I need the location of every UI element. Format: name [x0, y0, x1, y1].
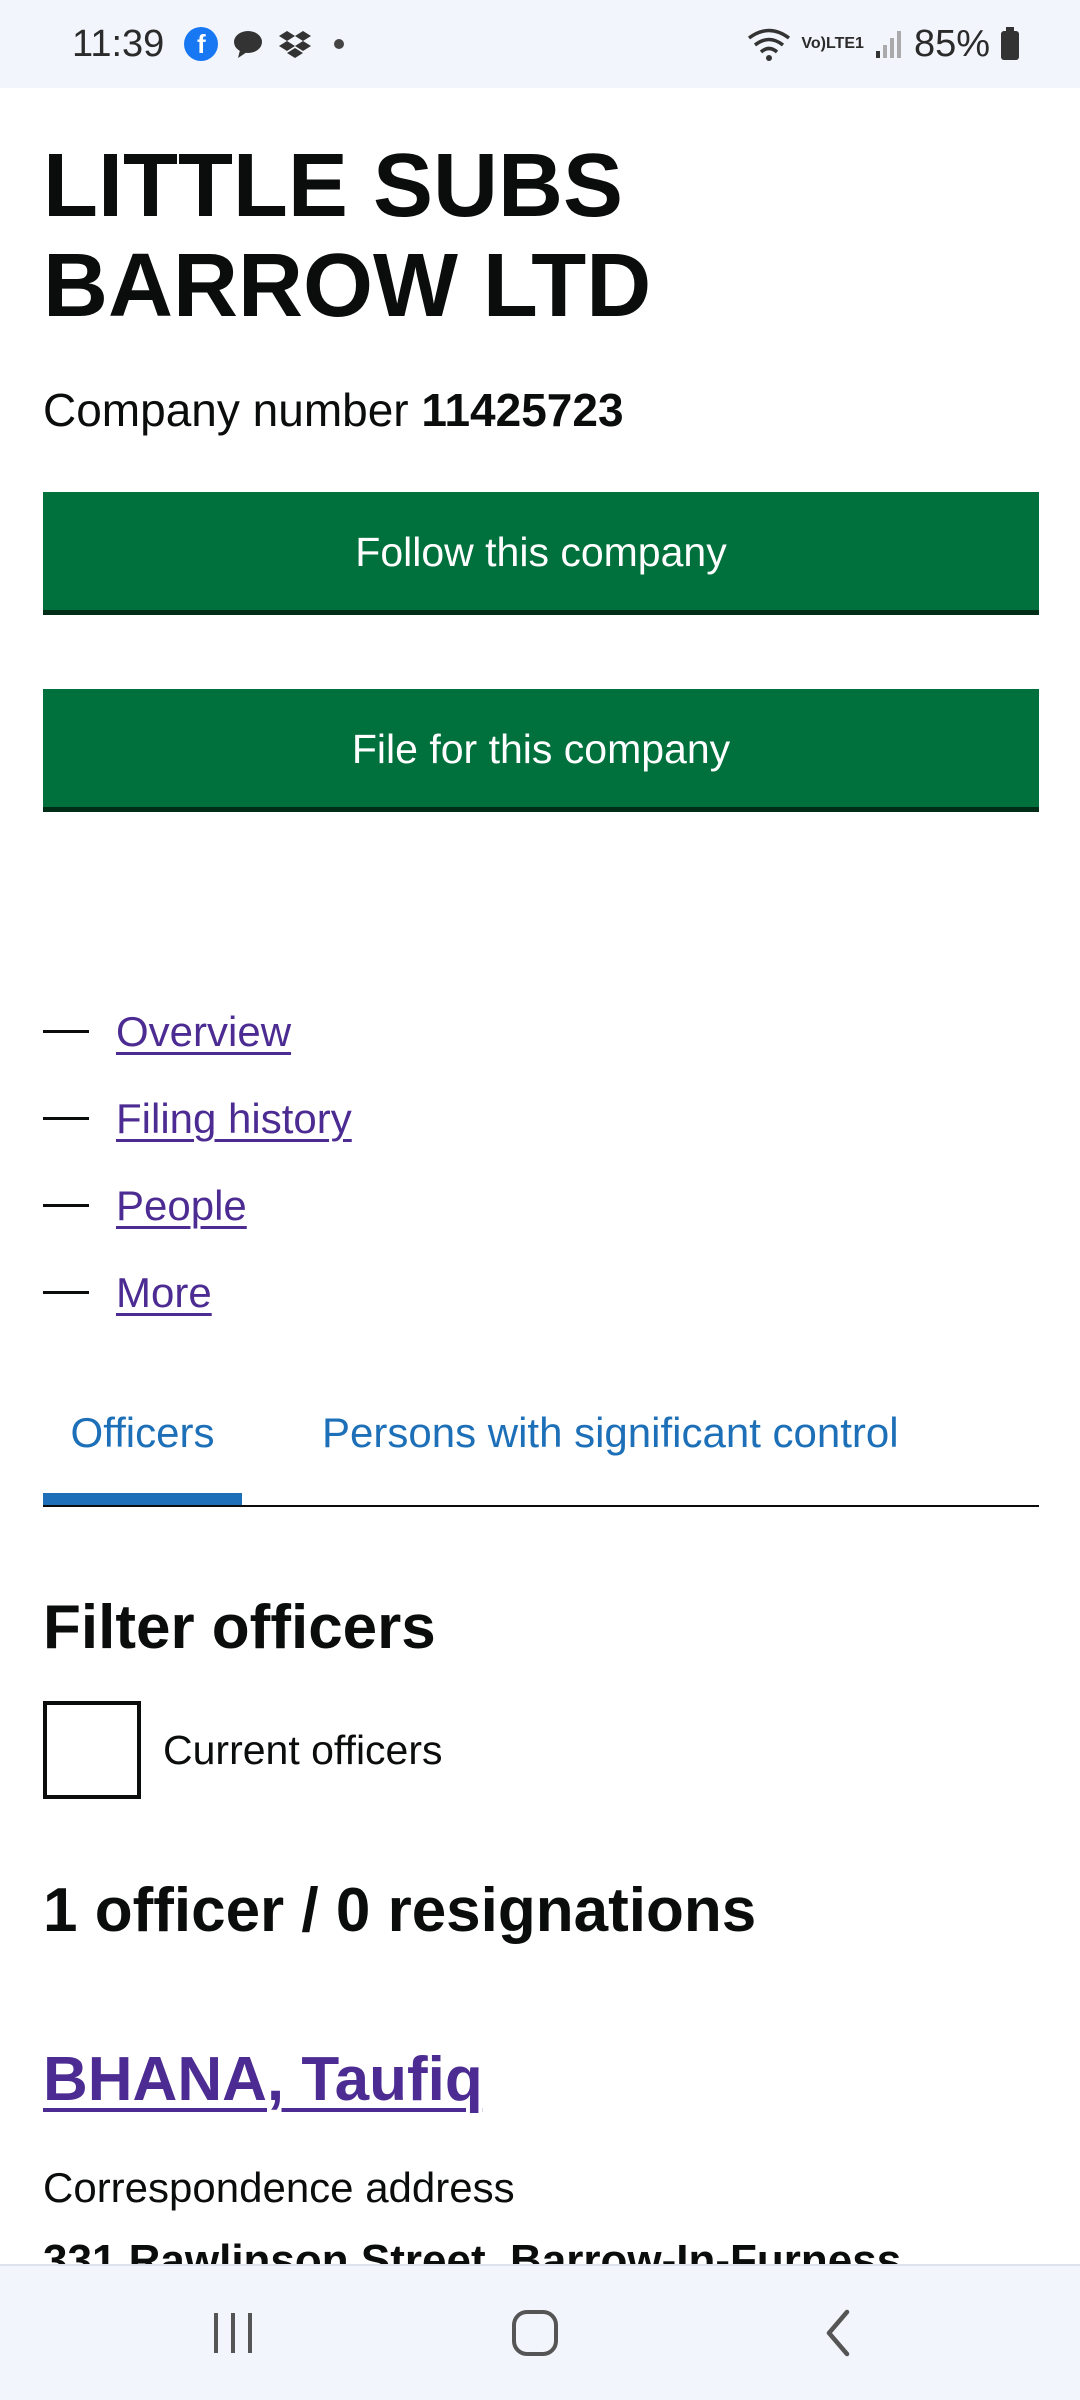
battery-percent: 85%	[913, 22, 990, 65]
company-number-row: Company number 11425723	[43, 382, 1039, 438]
correspondence-address-label: Correspondence address	[43, 2164, 515, 2211]
page-content: LITTLE SUBS BARROW LTD Company number 11…	[43, 88, 1039, 2347]
tab-officers-label: Officers	[70, 1409, 215, 1456]
status-left: 11:39 f	[72, 22, 345, 66]
company-number-label: Company number	[43, 384, 409, 436]
recent-apps-icon	[214, 2313, 252, 2353]
current-officers-filter[interactable]: Current officers	[43, 1701, 443, 1799]
back-icon	[826, 2309, 850, 2357]
facebook-icon: f	[184, 27, 219, 61]
subnav-item-more: More	[43, 1249, 352, 1336]
subnav-link-more[interactable]: More	[116, 1269, 212, 1317]
home-icon	[512, 2310, 558, 2356]
status-right: Vo) LTE1 85%	[747, 23, 1020, 66]
dash-icon	[43, 1117, 89, 1120]
company-name: LITTLE SUBS BARROW LTD	[43, 136, 652, 336]
volte-icon: Vo) LTE1	[801, 35, 864, 52]
tab-officers[interactable]: Officers	[43, 1378, 242, 1505]
network-label: LTE1	[826, 35, 864, 52]
subnav-link-overview[interactable]: Overview	[116, 1008, 291, 1056]
company-number-value: 11425723	[421, 384, 624, 436]
tab-persons-with-significant-control[interactable]: Persons with significant control	[322, 1378, 899, 1503]
battery-icon	[1000, 27, 1020, 61]
status-time: 11:39	[72, 22, 165, 65]
navigation-bar	[0, 2264, 1080, 2400]
current-officers-label[interactable]: Current officers	[163, 1727, 443, 1774]
subnav-item-filing-history: Filing history	[43, 1075, 352, 1162]
dash-icon	[43, 1030, 89, 1033]
status-bar: 11:39 f Vo) LTE1 85%	[0, 0, 1080, 88]
chat-icon	[232, 29, 264, 59]
follow-company-button[interactable]: Follow this company	[43, 492, 1039, 610]
company-subnav: Overview Filing history People More	[43, 988, 352, 1336]
dash-icon	[43, 1291, 89, 1294]
subnav-link-people[interactable]: People	[116, 1182, 247, 1230]
dash-icon	[43, 1204, 89, 1207]
subnav-item-overview: Overview	[43, 988, 352, 1075]
wifi-icon	[747, 27, 791, 61]
subnav-item-people: People	[43, 1162, 352, 1249]
active-tab-indicator	[43, 1493, 242, 1505]
filter-officers-heading: Filter officers	[43, 1593, 436, 1662]
dot-icon	[334, 39, 345, 49]
officer-count-heading: 1 officer / 0 resignations	[43, 1876, 757, 1945]
people-tabs: Officers Persons with significant contro…	[43, 1378, 1039, 1507]
dropbox-icon	[278, 29, 312, 59]
signal-icon	[874, 29, 904, 59]
home-button[interactable]	[465, 2266, 605, 2400]
back-button[interactable]	[768, 2266, 908, 2400]
officer-name-link[interactable]: BHANA, Taufiq	[43, 2040, 483, 2120]
file-for-company-button[interactable]: File for this company	[43, 689, 1039, 807]
tab-psc-label: Persons with significant control	[322, 1409, 899, 1456]
current-officers-checkbox[interactable]	[43, 1701, 141, 1799]
recent-apps-button[interactable]	[163, 2266, 303, 2400]
subnav-link-filing-history[interactable]: Filing history	[116, 1095, 352, 1143]
